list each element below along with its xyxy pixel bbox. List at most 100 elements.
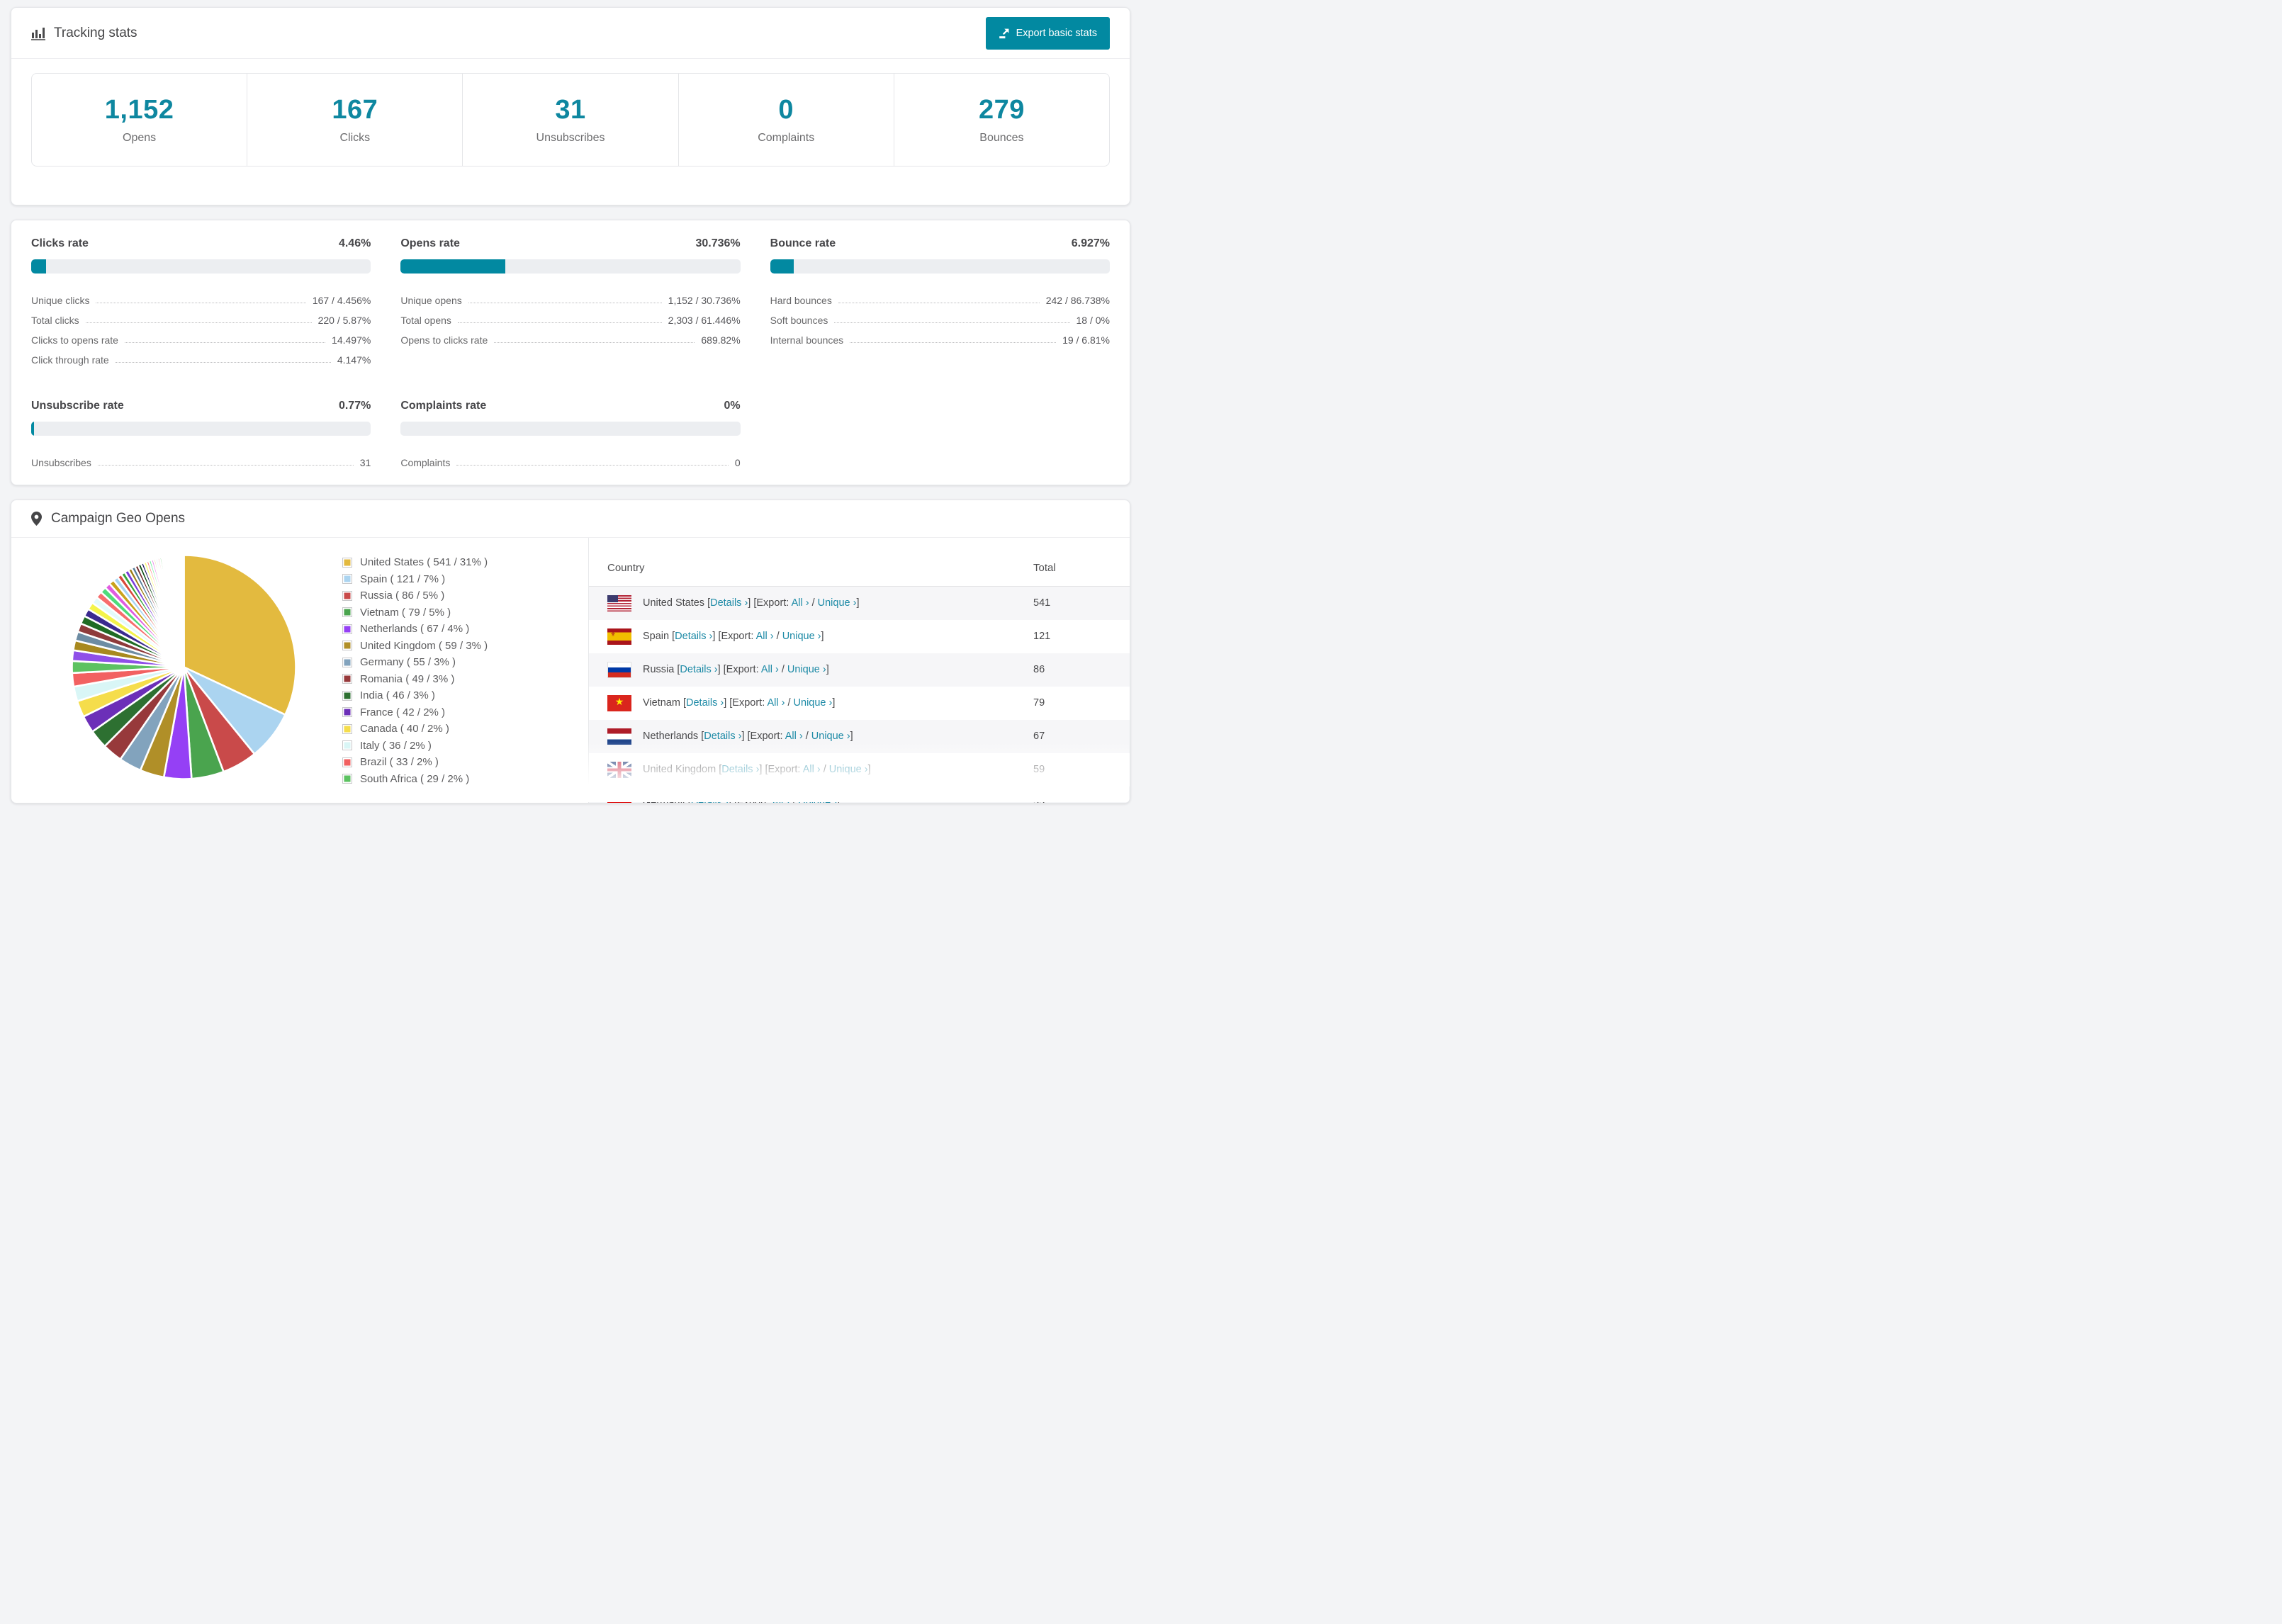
export-all-link[interactable]: All › — [761, 664, 779, 675]
legend-item[interactable]: Germany ( 55 / 3% ) — [342, 656, 588, 668]
legend-item[interactable]: Italy ( 36 / 2% ) — [342, 740, 588, 752]
dotted-leader — [457, 322, 662, 323]
legend-swatch-icon — [342, 674, 352, 684]
stats-summary-box: 1,152 Opens 167 Clicks 31 Unsubscribes 0… — [31, 73, 1110, 167]
stat-row: Clicks to opens rate 14.497% — [31, 326, 371, 346]
stat-row: Opens to clicks rate 689.82% — [400, 326, 740, 346]
table-row: Germany [Details ›] [Export: All › / Uni… — [589, 786, 1130, 803]
rate-section-clicks: Clicks rate 4.46% Unique clicks 167 / 4.4… — [31, 237, 371, 366]
legend-swatch-icon — [342, 690, 352, 701]
page-title: Tracking stats — [54, 25, 137, 40]
legend-item[interactable]: Russia ( 86 / 5% ) — [342, 590, 588, 602]
details-link[interactable]: Details › — [680, 664, 717, 675]
geo-pie-chart — [71, 554, 297, 780]
stat-row: Complaints 0 — [400, 449, 740, 468]
stat-row: Click through rate 4.147% — [31, 346, 371, 366]
legend-item[interactable]: Spain ( 121 / 7% ) — [342, 573, 588, 585]
legend-swatch-icon — [342, 607, 352, 617]
legend-item[interactable]: South Africa ( 29 / 2% ) — [342, 773, 588, 785]
country-flag-icon — [607, 628, 631, 645]
export-unique-link[interactable]: Unique › — [811, 731, 850, 742]
country-total: 67 — [1033, 731, 1045, 742]
export-all-link[interactable]: All › — [785, 731, 803, 742]
dotted-leader — [834, 322, 1070, 323]
progress-bar-fill — [770, 259, 794, 274]
dotted-leader — [97, 465, 354, 466]
stat-row-value: 2,303 / 61.446% — [668, 315, 741, 326]
rates-card: Clicks rate 4.46% Unique clicks 167 / 4.4… — [11, 220, 1130, 485]
dotted-leader — [124, 342, 326, 343]
stat-row-label: Total opens — [400, 315, 451, 326]
country-name: United Kingdom — [643, 764, 719, 775]
stat-row-value: 1,152 / 30.736% — [668, 295, 741, 306]
stat-row-value: 167 / 4.456% — [312, 295, 371, 306]
rate-title: Unsubscribe rate — [31, 400, 124, 412]
dotted-leader — [494, 342, 695, 343]
legend-label: India ( 46 / 3% ) — [360, 689, 435, 701]
legend-item[interactable]: Canada ( 40 / 2% ) — [342, 723, 588, 735]
export-all-link[interactable]: All › — [803, 764, 821, 775]
legend-item[interactable]: Vietnam ( 79 / 5% ) — [342, 607, 588, 619]
export-unique-link[interactable]: Unique › — [782, 631, 821, 642]
rate-title: Complaints rate — [400, 400, 487, 412]
stat-value: 167 — [332, 95, 378, 125]
legend-item[interactable]: Brazil ( 33 / 2% ) — [342, 756, 588, 768]
stat-value: 279 — [978, 95, 1025, 125]
export-all-link[interactable]: All › — [792, 597, 809, 609]
table-row: Russia [Details ›] [Export: All › / Uniq… — [589, 653, 1130, 687]
table-row: Spain [Details ›] [Export: All › / Uniqu… — [589, 620, 1130, 653]
geo-table: Country Total United States [Details ›] … — [589, 538, 1130, 803]
details-link[interactable]: Details › — [721, 764, 759, 775]
stat-row-value: 19 / 6.81% — [1062, 334, 1110, 346]
export-all-link[interactable]: All › — [756, 631, 774, 642]
rate-value: 0.77% — [338, 400, 371, 412]
country-flag-icon — [607, 728, 631, 745]
export-unique-link[interactable]: Unique › — [787, 664, 826, 675]
legend-swatch-icon — [342, 590, 352, 601]
legend-item[interactable]: Romania ( 49 / 3% ) — [342, 673, 588, 685]
export-unique-link[interactable]: Unique › — [818, 597, 857, 609]
stat-row-value: 689.82% — [701, 334, 741, 346]
stat-value: 31 — [555, 95, 586, 125]
export-basic-stats-button[interactable]: Export basic stats — [985, 16, 1110, 50]
details-link[interactable]: Details › — [686, 697, 724, 709]
export-unique-link[interactable]: Unique › — [798, 797, 837, 803]
details-link[interactable]: Details › — [675, 631, 712, 642]
country-total: 86 — [1033, 664, 1045, 675]
country-flag-icon — [607, 661, 631, 678]
legend-label: Russia ( 86 / 5% ) — [360, 590, 445, 602]
stat-row-value: 31 — [359, 457, 371, 468]
legend-label: Italy ( 36 / 2% ) — [360, 739, 432, 752]
progress-bar-fill — [400, 259, 505, 274]
details-link[interactable]: Details › — [710, 597, 748, 609]
country-total: 55 — [1033, 797, 1045, 803]
export-all-link[interactable]: All › — [767, 697, 785, 709]
export-unique-link[interactable]: Unique › — [829, 764, 868, 775]
stat-row-label: Unsubscribes — [31, 457, 91, 468]
details-link[interactable]: Details › — [704, 731, 741, 742]
legend-swatch-icon — [342, 707, 352, 717]
legend-swatch-icon — [342, 774, 352, 784]
export-all-link[interactable]: All › — [772, 797, 789, 803]
legend-item[interactable]: United States ( 541 / 31% ) — [342, 556, 588, 568]
rate-value: 30.736% — [695, 237, 741, 249]
stat-row-value: 18 / 0% — [1076, 315, 1110, 326]
legend-item[interactable]: France ( 42 / 2% ) — [342, 706, 588, 718]
legend-swatch-icon — [342, 757, 352, 767]
geo-table-header-row: Country Total — [589, 538, 1130, 587]
legend-label: Canada ( 40 / 2% ) — [360, 723, 449, 735]
stat-cell-bounces: 279 Bounces — [894, 74, 1109, 166]
legend-swatch-icon — [342, 557, 352, 568]
map-marker-icon — [31, 512, 42, 526]
legend-item[interactable]: Netherlands ( 67 / 4% ) — [342, 623, 588, 635]
rate-section-opens: Opens rate 30.736% Unique opens 1,152 / 3… — [400, 237, 741, 366]
country-name: Russia — [643, 664, 678, 675]
geo-pie-area — [11, 538, 299, 803]
legend-item[interactable]: India ( 46 / 3% ) — [342, 689, 588, 701]
legend-item[interactable]: United Kingdom ( 59 / 3% ) — [342, 640, 588, 652]
details-link[interactable]: Details › — [691, 797, 729, 803]
country-name: Vietnam — [643, 697, 683, 709]
geo-opens-header: Campaign Geo Opens — [11, 500, 1130, 538]
stat-row-label: Hard bounces — [770, 295, 832, 306]
export-unique-link[interactable]: Unique › — [794, 697, 833, 709]
